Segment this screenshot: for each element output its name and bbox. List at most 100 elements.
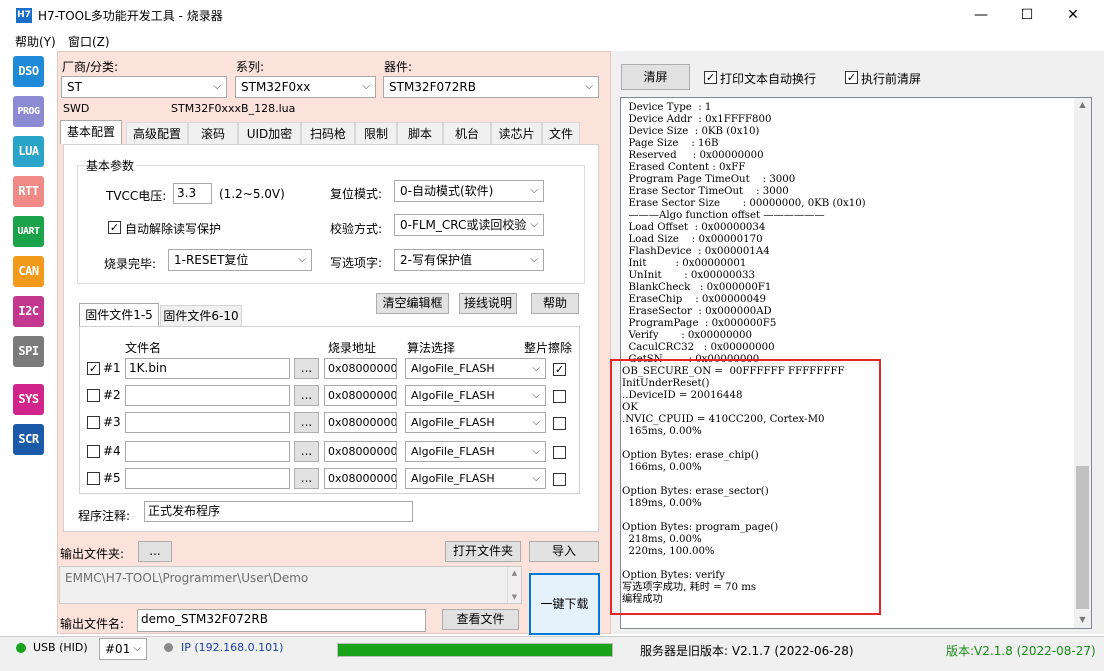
chip-erase-checkbox[interactable] <box>553 417 566 430</box>
firmware-addr-input[interactable]: 0x08000000 <box>324 385 397 406</box>
tab-firmware-6-10[interactable]: 固件文件6-10 <box>160 305 242 327</box>
clear-before-checkbox[interactable]: ✓ <box>845 71 858 84</box>
firmware-enable-checkbox[interactable] <box>87 445 100 458</box>
chip-erase-checkbox[interactable]: ✓ <box>553 363 566 376</box>
browse-folder-button[interactable]: ... <box>138 541 172 562</box>
unprotect-checkbox[interactable]: ✓ <box>108 221 121 234</box>
tab-0[interactable]: 基本配置 <box>60 120 122 144</box>
menu-window[interactable]: 窗口(Z) <box>68 33 110 50</box>
path-scrollbar[interactable]: ▲ ▼ <box>507 567 521 603</box>
note-input[interactable]: 正式发布程序 <box>144 501 413 522</box>
tab-7[interactable]: 机台 <box>443 122 491 144</box>
tool-dso-button[interactable]: DSO <box>13 56 44 87</box>
close-button[interactable]: ✕ <box>1050 0 1096 31</box>
verify-mode-select[interactable]: 0-FLM_CRC或读回校验 ⌵ <box>394 214 544 236</box>
firmware-browse-button[interactable]: ... <box>294 412 319 433</box>
vendor-value: ST <box>67 80 82 94</box>
vendor-select[interactable]: ST ⌵ <box>61 76 227 98</box>
chevron-down-icon: ⌵ <box>530 219 538 230</box>
tab-label: 固件文件6-10 <box>163 309 239 323</box>
firmware-browse-button[interactable]: ... <box>294 385 319 406</box>
firmware-addr-input[interactable]: 0x08000000 <box>324 468 397 489</box>
firmware-browse-button[interactable]: ... <box>294 468 319 489</box>
menu-help[interactable]: 帮助(Y) <box>15 33 56 50</box>
firmware-browse-button[interactable]: ... <box>294 441 319 462</box>
auto-wrap-checkbox[interactable]: ✓ <box>704 71 717 84</box>
tool-uart-button[interactable]: UART <box>13 216 44 247</box>
firmware-enable-checkbox[interactable] <box>87 416 100 429</box>
chevron-down-icon: ⌵ <box>530 254 538 265</box>
vendor-label: 厂商/分类: <box>62 60 119 74</box>
firmware-addr-input[interactable]: 0x08000000 <box>324 412 397 433</box>
option-bytes-select[interactable]: 2-写有保护值 ⌵ <box>394 249 544 271</box>
one-click-download-button[interactable]: 一键下载 <box>529 573 600 635</box>
tool-rtt-button[interactable]: RTT <box>13 176 44 207</box>
firmware-file-input[interactable] <box>125 468 290 489</box>
tab-6[interactable]: 脚本 <box>397 122 443 144</box>
firmware-row-label: #2 <box>103 388 121 402</box>
tab-5[interactable]: 限制 <box>355 122 397 144</box>
port-select[interactable]: #01 ⌵ <box>99 638 147 660</box>
clear-editor-button[interactable]: 清空编辑框 <box>376 293 449 314</box>
tool-sys-button[interactable]: SYS <box>13 384 44 415</box>
reset-mode-select[interactable]: 0-自动模式(软件) ⌵ <box>394 180 544 202</box>
ip-status-icon <box>164 643 173 652</box>
chip-erase-checkbox[interactable] <box>553 390 566 403</box>
output-name-input[interactable]: demo_STM32F072RB <box>137 609 426 632</box>
clear-log-button[interactable]: 清屏 <box>621 64 690 90</box>
firmware-file-input[interactable] <box>125 385 290 406</box>
scroll-thumb[interactable] <box>1076 466 1089 609</box>
chip-erase-checkbox[interactable] <box>553 446 566 459</box>
firmware-enable-checkbox[interactable]: ✓ <box>87 362 100 375</box>
minimize-button[interactable]: — <box>958 0 1004 31</box>
tool-i2c-button[interactable]: I2C <box>13 296 44 327</box>
tab-8[interactable]: 读芯片 <box>491 122 542 144</box>
tool-can-button[interactable]: CAN <box>13 256 44 287</box>
tool-prog-button[interactable]: PROG <box>13 96 44 127</box>
firmware-algo-select[interactable]: AlgoFile_FLASH ⌵ <box>405 441 546 462</box>
device-select[interactable]: STM32F072RB ⌵ <box>383 76 599 98</box>
series-select[interactable]: STM32F0xx ⌵ <box>235 76 376 98</box>
scroll-up-icon[interactable]: ▲ <box>1074 100 1091 109</box>
firmware-algo-select[interactable]: AlgoFile_FLASH ⌵ <box>405 385 546 406</box>
firmware-enable-checkbox[interactable] <box>87 389 100 402</box>
firmware-browse-button[interactable]: ... <box>294 358 319 379</box>
firmware-addr-input[interactable]: 0x08000000 <box>324 358 397 379</box>
series-value: STM32F0xx <box>241 80 311 94</box>
verify-label: 校验方式: <box>330 222 383 236</box>
tool-lua-button[interactable]: LUA <box>13 136 44 167</box>
firmware-addr-input[interactable]: 0x08000000 <box>324 441 397 462</box>
firmware-enable-checkbox[interactable] <box>87 472 100 485</box>
tab-9[interactable]: 文件 <box>542 122 580 144</box>
done-action-select[interactable]: 1-RESET复位 ⌵ <box>168 249 312 271</box>
maximize-button[interactable]: ☐ <box>1004 0 1050 31</box>
view-file-button[interactable]: 查看文件 <box>442 609 519 630</box>
firmware-file-input[interactable]: 1K.bin <box>125 358 290 379</box>
firmware-algo-select[interactable]: AlgoFile_FLASH ⌵ <box>405 358 546 379</box>
help-button[interactable]: 帮助 <box>531 293 579 314</box>
log-scrollbar[interactable]: ▲ ▼ <box>1074 98 1091 628</box>
scroll-down-icon[interactable]: ▼ <box>1074 615 1091 624</box>
chip-erase-checkbox[interactable] <box>553 473 566 486</box>
output-name-label: 输出文件名: <box>60 617 125 631</box>
firmware-file-input[interactable] <box>125 412 290 433</box>
firmware-row-label: #1 <box>103 361 121 375</box>
firmware-algo-select[interactable]: AlgoFile_FLASH ⌵ <box>405 412 546 433</box>
firmware-file-input[interactable] <box>125 441 290 462</box>
tab-3[interactable]: UID加密 <box>238 122 301 144</box>
tab-4[interactable]: 扫码枪 <box>301 122 355 144</box>
wiring-button[interactable]: 接线说明 <box>459 293 517 314</box>
tab-1[interactable]: 高级配置 <box>126 122 188 144</box>
tab-label: 固件文件1-5 <box>85 308 153 322</box>
import-button[interactable]: 导入 <box>529 541 599 562</box>
tvcc-input[interactable]: 3.3 <box>173 183 212 204</box>
ip-label: IP (192.168.0.101) <box>181 641 284 654</box>
firmware-algo-value: AlgoFile_FLASH <box>411 445 495 458</box>
firmware-algo-select[interactable]: AlgoFile_FLASH ⌵ <box>405 468 546 489</box>
tab-2[interactable]: 滚码 <box>188 122 238 144</box>
tool-spi-button[interactable]: SPI <box>13 336 44 367</box>
tab-firmware-1-5[interactable]: 固件文件1-5 <box>79 303 159 327</box>
tool-scr-button[interactable]: SCR <box>13 424 44 455</box>
open-folder-button[interactable]: 打开文件夹 <box>445 541 521 562</box>
highlight-box <box>610 359 881 615</box>
